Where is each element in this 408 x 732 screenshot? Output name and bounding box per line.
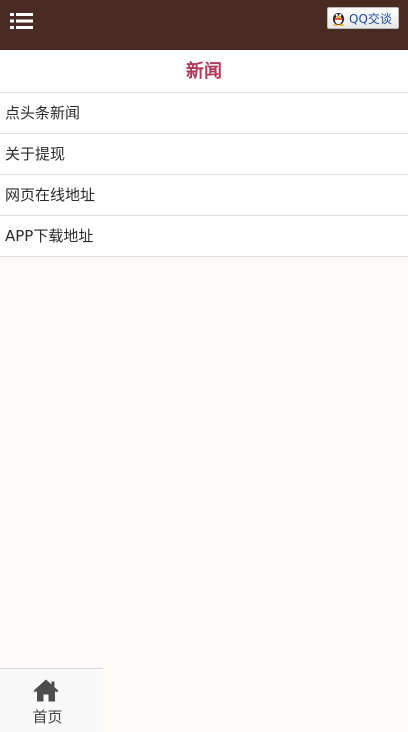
top-bar: QQ交谈: [0, 0, 408, 50]
menu-button[interactable]: [9, 11, 35, 31]
news-list: 点头条新闻 关于提现 网页在线地址 APP下载地址: [0, 92, 408, 257]
qq-chat-label: QQ交谈: [349, 11, 392, 26]
list-icon: [10, 13, 33, 29]
news-item-withdrawal[interactable]: 关于提现: [0, 134, 408, 175]
section-title: 新闻: [0, 50, 408, 92]
tab-home[interactable]: 首页: [0, 668, 103, 732]
news-item-app-download[interactable]: APP下载地址: [0, 216, 408, 257]
qq-chat-button[interactable]: QQ交谈: [327, 7, 399, 29]
tab-home-label: 首页: [32, 708, 63, 726]
news-item-headline[interactable]: 点头条新闻: [0, 93, 408, 134]
news-item-web-address[interactable]: 网页在线地址: [0, 175, 408, 216]
qq-penguin-icon: [333, 13, 344, 26]
app-screen: QQ交谈 新闻 点头条新闻 关于提现 网页在线地址 APP下载地址 首页: [0, 0, 408, 732]
home-icon: [33, 679, 59, 702]
